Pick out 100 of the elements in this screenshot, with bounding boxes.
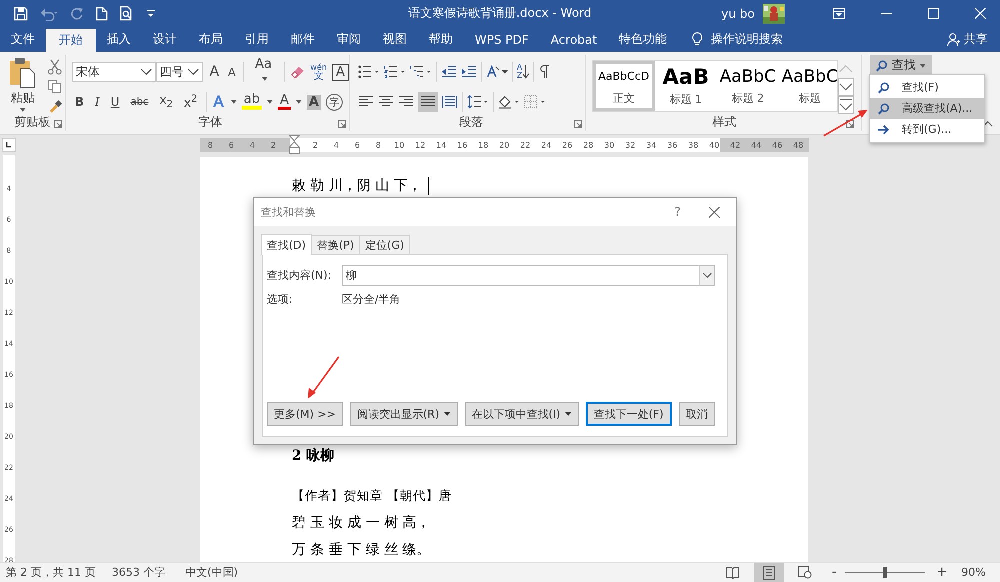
tell-me-search[interactable]: 操作说明搜索 [711,27,784,52]
multilevel-list-icon[interactable] [410,65,432,79]
dialog-button[interactable]: 取消 [679,402,715,426]
document-text: 敕 勒 川，阴 山 下， [292,177,422,196]
ribbon-tab[interactable]: 文件 [0,27,46,52]
dialog-button[interactable]: 阅读突出显示(R) [350,402,458,426]
caret-icon[interactable] [296,100,302,104]
eraser-icon[interactable] [290,64,306,80]
font-size-field[interactable]: 四号 [156,62,203,82]
zoom-in-button[interactable]: + [936,565,948,580]
decrease-indent-icon[interactable] [441,66,457,78]
ribbon-tab[interactable]: 布局 [188,27,234,52]
dialog-launcher-icon[interactable] [574,120,582,128]
zoom-out-button[interactable]: - [832,565,837,580]
bullets-icon[interactable] [358,65,380,79]
caret-icon [262,77,268,82]
dialog-tab[interactable]: 定位(G) [359,235,410,254]
dialog-button[interactable]: 查找下一处(F) [586,402,672,426]
italic-button[interactable]: I [92,95,103,109]
maximize-icon[interactable] [928,8,939,19]
customize-caret-icon[interactable] [146,10,156,18]
ribbon-tab[interactable]: 帮助 [418,27,464,52]
enclose-character-button[interactable]: 字 [326,94,344,110]
bold-button[interactable]: B [72,95,88,109]
justify-icon[interactable] [418,92,438,112]
minimize-icon[interactable] [881,12,892,14]
tab-selector-icon[interactable] [2,138,16,152]
ribbon-tab[interactable]: 开始 [46,29,96,52]
ribbon-tab[interactable]: 引用 [234,27,280,52]
font-name-field[interactable]: 宋体 [72,62,156,82]
align-center-icon[interactable] [378,96,394,108]
character-shading-button[interactable]: A [307,94,322,110]
font-color-button[interactable]: A [278,94,292,110]
menu-item[interactable]: 高级查找(A)... [870,98,984,119]
change-case-button[interactable]: Aa [248,57,279,87]
dialog-button[interactable]: 更多(M) >> [267,402,344,426]
slider-thumb[interactable] [882,567,887,578]
new-document-icon[interactable] [96,6,108,20]
paragraph-mark-icon[interactable] [538,65,550,79]
dialog-launcher-icon[interactable] [846,120,854,128]
style-item[interactable]: AaB 标题 1 [655,61,717,111]
sort-button[interactable]: A Z [517,64,530,80]
find-what-field[interactable]: 柳 [342,265,715,286]
grow-font-button[interactable]: A [208,64,222,80]
character-border-button[interactable]: A [332,64,349,80]
ruler-number: 8 [374,140,382,150]
ribbon-tab[interactable]: 视图 [372,27,418,52]
caret-icon[interactable] [230,100,237,104]
cut-icon[interactable] [48,59,62,75]
style-item[interactable]: AaBbC 标题 2 [717,61,779,111]
shrink-font-button[interactable]: A [226,66,238,78]
format-painter-icon[interactable] [48,99,62,113]
scroll-down-icon[interactable] [838,78,854,96]
subscript-button[interactable]: x$_{2}$ [156,93,176,111]
annotation-arrow [822,108,870,138]
ribbon-tab[interactable]: 插入 [96,27,142,52]
print-preview-icon[interactable] [120,6,134,21]
print-layout-button[interactable] [754,563,784,582]
line-spacing-icon[interactable] [467,95,489,109]
strikethrough-button[interactable]: abc [128,96,152,108]
share-button[interactable]: 共享 [960,27,1000,52]
close-icon[interactable] [709,206,720,218]
dialog-tab[interactable]: 查找(D) [261,234,312,255]
help-button[interactable]: ? [674,205,681,219]
find-button[interactable]: 查找 [870,55,932,76]
ribbon-tab[interactable]: 邮件 [280,27,326,52]
caret-icon[interactable] [267,100,274,104]
align-right-icon[interactable] [398,96,414,108]
distributed-icon[interactable] [442,95,458,109]
superscript-button[interactable]: x$^{2}$ [181,94,201,110]
ribbon-tab[interactable]: 特色功能 [608,27,678,52]
style-item[interactable]: AaBbCcD 正文 [593,61,655,111]
ribbon-tab[interactable]: WPS PDF [464,27,540,52]
ruler-number: 32 [624,140,637,150]
save-icon[interactable] [14,6,28,20]
indent-marker-icon[interactable] [289,135,300,155]
phonetic-guide-button[interactable]: wén 文 [310,63,328,81]
menu-item[interactable]: 转到(G)... [870,119,984,140]
ribbon-tab[interactable]: 设计 [142,27,188,52]
paste-button[interactable]: 粘贴 [8,57,38,113]
ribbon-tab[interactable]: 审阅 [326,27,372,52]
dialog-button[interactable]: 在以下项中查找(I) [464,402,579,426]
ribbon-display-icon[interactable] [833,8,845,19]
ribbon-tab[interactable]: Acrobat [540,27,608,52]
menu-item[interactable]: 查找(F) [870,77,984,98]
copy-icon[interactable] [48,80,62,94]
align-left-icon[interactable] [358,96,374,108]
style-item[interactable]: AaBbC 标题 [779,61,837,111]
collapse-ribbon-icon[interactable] [983,121,993,127]
increase-indent-icon[interactable] [461,66,477,78]
text-effects-button[interactable]: A [212,93,226,111]
numbering-icon[interactable] [384,65,406,79]
asian-layout-icon[interactable] [486,65,508,79]
underline-button[interactable]: U [108,95,123,109]
more-styles-icon[interactable] [838,96,854,114]
shading-icon[interactable] [498,95,520,109]
highlight-button[interactable]: ab [242,94,262,110]
dialog-launcher-icon[interactable] [338,120,346,128]
dialog-launcher-icon[interactable] [54,120,62,128]
group-label: 剪贴板 [14,114,50,130]
